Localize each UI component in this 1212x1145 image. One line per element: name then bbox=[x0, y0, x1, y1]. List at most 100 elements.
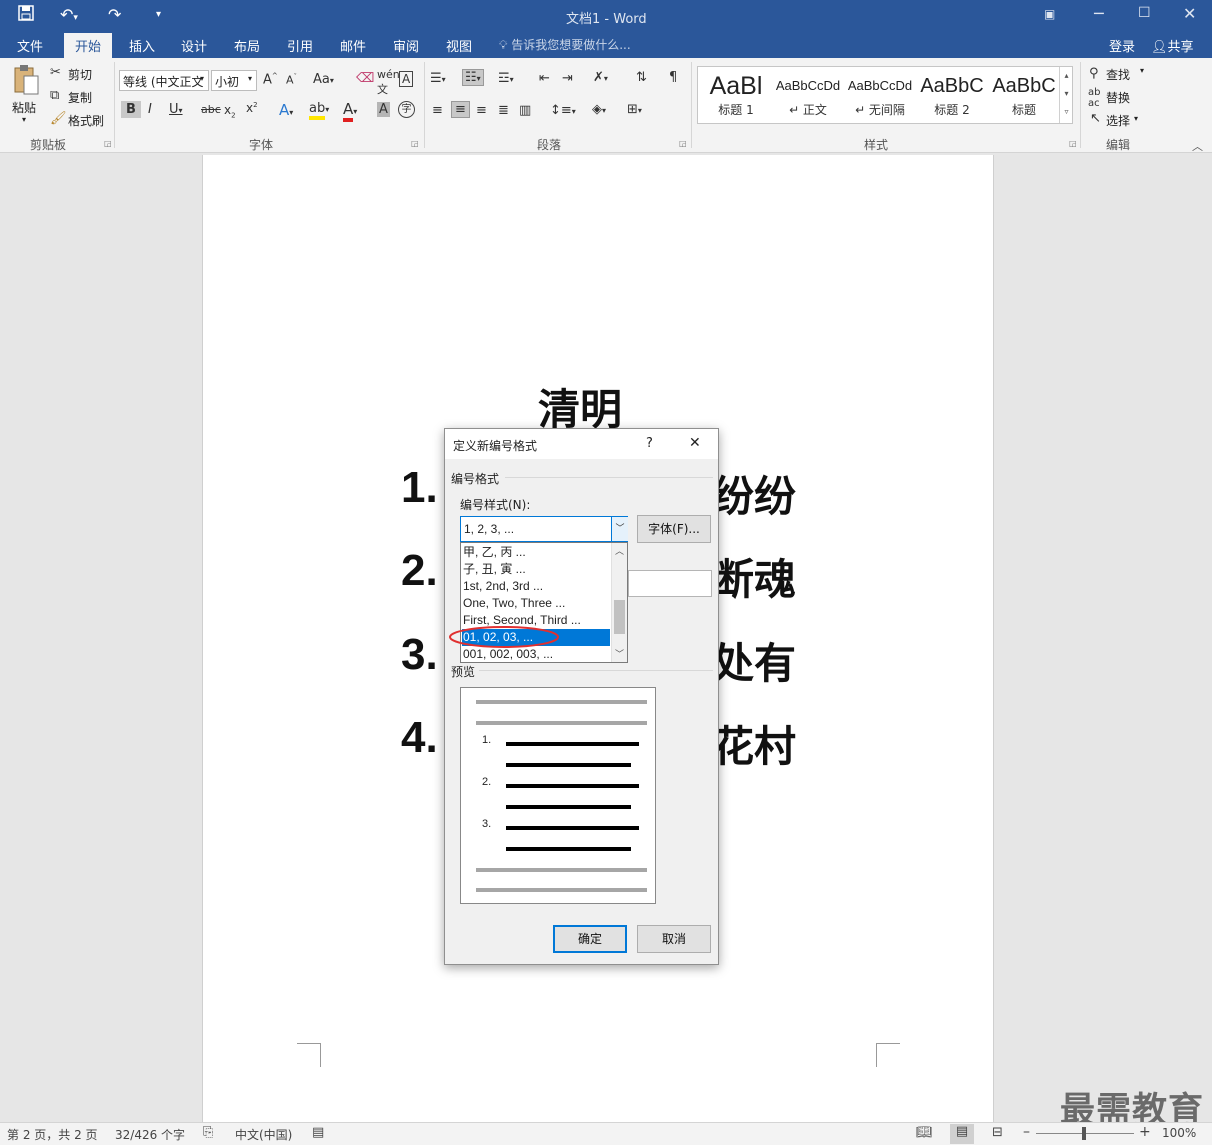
character-shading-icon[interactable]: A bbox=[377, 102, 390, 117]
scroll-up-icon[interactable]: ︿ bbox=[615, 544, 624, 557]
scroll-down-icon[interactable]: ﹀ bbox=[615, 647, 624, 660]
font-name-dropdown-icon[interactable]: ▾ bbox=[200, 74, 204, 83]
clipboard-launcher-icon[interactable]: ◲ bbox=[104, 139, 112, 148]
cancel-button[interactable]: 取消 bbox=[637, 925, 711, 953]
styles-launcher-icon[interactable]: ◲ bbox=[1069, 139, 1077, 148]
select-button[interactable]: 选择 bbox=[1106, 112, 1130, 129]
shading-icon[interactable]: ◈▾ bbox=[592, 102, 606, 117]
list-text[interactable]: 断魂 bbox=[712, 546, 796, 607]
multilevel-list-icon[interactable]: ☲▾ bbox=[498, 71, 514, 86]
font-launcher-icon[interactable]: ◲ bbox=[411, 139, 419, 148]
paragraph-launcher-icon[interactable]: ◲ bbox=[679, 139, 687, 148]
chevron-down-icon[interactable]: ﹀ bbox=[611, 517, 628, 541]
gallery-down-icon[interactable]: ▾ bbox=[1060, 85, 1073, 103]
language-indicator[interactable]: 中文(中国) bbox=[235, 1126, 292, 1143]
numbering-icon[interactable]: ☷▾ bbox=[462, 69, 484, 86]
gallery-up-icon[interactable]: ▴ bbox=[1060, 67, 1073, 85]
save-icon[interactable] bbox=[18, 5, 34, 25]
zoom-in-icon[interactable]: + bbox=[1139, 1124, 1151, 1140]
zoom-out-icon[interactable]: – bbox=[1023, 1124, 1030, 1140]
style-no-spacing[interactable]: AaBbCcDd ↵ 无间隔 bbox=[844, 67, 916, 123]
style-title[interactable]: AaBbC 标题 bbox=[988, 67, 1060, 123]
tab-review[interactable]: 审阅 bbox=[393, 36, 419, 55]
list-option[interactable]: One, Two, Three ... bbox=[462, 595, 610, 612]
borders-icon[interactable]: ⊞▾ bbox=[627, 102, 642, 117]
underline-icon[interactable]: U▾ bbox=[169, 102, 183, 117]
find-icon[interactable]: ⚲ bbox=[1089, 66, 1099, 81]
select-dropdown-icon[interactable]: ▾ bbox=[1134, 114, 1138, 123]
ok-button[interactable]: 确定 bbox=[553, 925, 627, 953]
select-icon[interactable]: ↖ bbox=[1090, 111, 1101, 126]
font-button[interactable]: 字体(F)... bbox=[637, 515, 711, 543]
redo-icon[interactable]: ↷ bbox=[108, 5, 121, 24]
highlight-icon[interactable]: ab▾ bbox=[309, 101, 329, 120]
macro-icon[interactable]: ▤ bbox=[312, 1125, 324, 1140]
replace-button[interactable]: 替换 bbox=[1106, 89, 1130, 106]
list-option[interactable]: 子, 丑, 寅 ... bbox=[462, 561, 610, 578]
phonetic-guide-icon[interactable]: wén 文 bbox=[377, 68, 400, 97]
tab-references[interactable]: 引用 bbox=[287, 36, 313, 55]
list-text[interactable]: 纷纷 bbox=[712, 463, 796, 524]
change-case-icon[interactable]: Aa▾ bbox=[313, 72, 334, 87]
character-border-icon[interactable]: A bbox=[399, 71, 414, 87]
dialog-close-icon[interactable]: ✕ bbox=[689, 435, 701, 451]
tab-design[interactable]: 设计 bbox=[181, 36, 207, 55]
font-color-icon[interactable]: A▾ bbox=[343, 100, 357, 122]
paste-icon[interactable] bbox=[12, 64, 40, 99]
align-left-icon[interactable]: ≡ bbox=[432, 103, 443, 118]
tab-mailings[interactable]: 邮件 bbox=[340, 36, 366, 55]
bold-icon[interactable]: B bbox=[121, 101, 141, 118]
tell-me-box[interactable]: 💡︎ 告诉我您想要做什么... bbox=[499, 36, 631, 53]
maximize-icon[interactable]: ☐ bbox=[1138, 5, 1151, 21]
find-button[interactable]: 查找 bbox=[1106, 66, 1130, 83]
undo-icon[interactable]: ↶▾ bbox=[60, 5, 78, 24]
zoom-level[interactable]: 100% bbox=[1162, 1126, 1196, 1140]
proofing-icon[interactable]: ⎘ bbox=[203, 1125, 213, 1140]
line-spacing-icon[interactable]: ↕≡▾ bbox=[550, 103, 576, 118]
subscript-icon[interactable]: x2 bbox=[224, 103, 236, 119]
paste-dropdown-icon[interactable]: ▾ bbox=[22, 115, 26, 124]
replace-icon[interactable]: ab ac bbox=[1088, 87, 1100, 109]
superscript-icon[interactable]: x2 bbox=[246, 101, 258, 115]
clear-formatting-icon[interactable]: ⌫ bbox=[356, 71, 374, 86]
text-effects-icon[interactable]: A▾ bbox=[279, 101, 293, 119]
copy-icon[interactable]: ⧉ bbox=[50, 88, 59, 103]
paste-label[interactable]: 粘贴 bbox=[12, 99, 36, 116]
list-text[interactable]: 处有 bbox=[712, 630, 796, 691]
decrease-indent-icon[interactable]: ⇤ bbox=[539, 71, 550, 86]
tab-file[interactable]: 文件 bbox=[17, 36, 43, 55]
share-button[interactable]: 👤︎共享 bbox=[1151, 36, 1194, 55]
close-icon[interactable]: ✕ bbox=[1183, 4, 1196, 23]
minimize-icon[interactable]: ─ bbox=[1094, 4, 1104, 23]
list-option[interactable]: 甲, 乙, 丙 ... bbox=[462, 544, 610, 561]
tab-layout[interactable]: 布局 bbox=[234, 36, 260, 55]
ribbon-display-icon[interactable]: ▣ bbox=[1044, 7, 1055, 21]
distributed-icon[interactable]: ▥ bbox=[519, 103, 531, 118]
number-format-input[interactable] bbox=[628, 570, 712, 597]
strikethrough-icon[interactable]: abc bbox=[201, 103, 221, 116]
zoom-slider-thumb[interactable] bbox=[1082, 1127, 1086, 1140]
print-layout-icon[interactable]: ▤ bbox=[950, 1124, 974, 1144]
style-heading-2[interactable]: AaBbC 标题 2 bbox=[916, 67, 988, 123]
help-icon[interactable]: ? bbox=[646, 436, 653, 451]
copy-button[interactable]: 复制 bbox=[68, 89, 92, 106]
format-painter-icon[interactable]: 🖌︎ bbox=[50, 111, 67, 126]
tab-home[interactable]: 开始 bbox=[64, 33, 113, 58]
align-center-icon[interactable]: ≡ bbox=[451, 101, 470, 118]
bullets-icon[interactable]: ☰▾ bbox=[430, 71, 446, 86]
list-number[interactable]: 1. bbox=[401, 463, 438, 513]
style-normal[interactable]: AaBbCcDd ↵ 正文 bbox=[772, 67, 844, 123]
gallery-more-icon[interactable]: ▿ bbox=[1060, 103, 1073, 121]
chinese-layout-icon[interactable]: ✗▾ bbox=[593, 70, 608, 85]
list-number[interactable]: 4. bbox=[401, 713, 438, 763]
list-number[interactable]: 3. bbox=[401, 630, 438, 680]
login-link[interactable]: 登录 bbox=[1109, 36, 1135, 55]
grow-font-icon[interactable]: A^ bbox=[263, 72, 278, 87]
list-number[interactable]: 2. bbox=[401, 546, 438, 596]
font-size-dropdown-icon[interactable]: ▾ bbox=[248, 74, 252, 83]
italic-icon[interactable]: I bbox=[148, 102, 152, 117]
increase-indent-icon[interactable]: ⇥ bbox=[562, 71, 573, 86]
enclose-characters-icon[interactable]: 字 bbox=[398, 101, 415, 118]
web-layout-icon[interactable]: ⊟ bbox=[992, 1125, 1003, 1140]
font-name-combo[interactable]: 等线 (中文正文 bbox=[119, 70, 209, 91]
